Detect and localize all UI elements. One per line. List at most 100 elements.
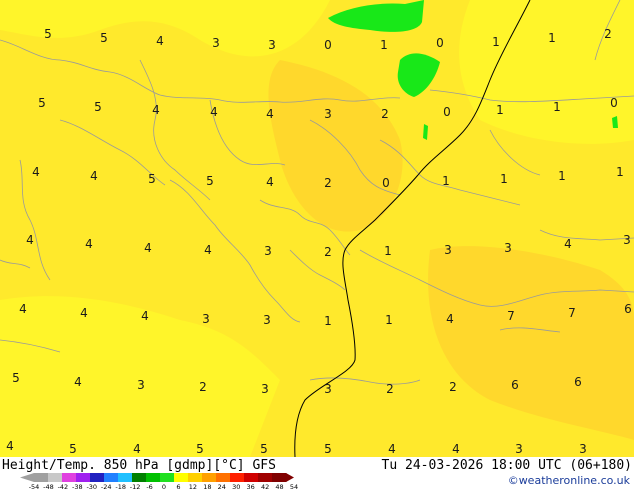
temperature-label: 1 — [616, 165, 624, 179]
light-temperature-area-east — [459, 0, 634, 144]
temperature-label: 4 — [452, 442, 460, 456]
colorbar-tick-label: -54 — [29, 483, 40, 490]
colorbar-segment — [202, 473, 217, 482]
colorbar-segment — [230, 473, 245, 482]
temperature-label: 4 — [266, 107, 274, 121]
colorbar-segment — [174, 473, 189, 482]
temperature-label: 1 — [442, 174, 450, 188]
colorbar-tick-label: -42 — [58, 483, 69, 490]
cold-patch-east-edge — [612, 116, 618, 128]
temperature-label: 3 — [137, 378, 145, 392]
colorbar-segment — [90, 473, 105, 482]
colorbar-segment — [258, 473, 273, 482]
temperature-label: 1 — [324, 314, 332, 328]
colorbar-tick-label: -24 — [101, 483, 112, 490]
colorbar-tick-label: 48 — [275, 483, 283, 490]
temperature-label: 4 — [144, 241, 152, 255]
map-footer: -54 -48 -42 -38 -30 -24 -18 -12 -6 0 6 12 18 24 30 36 42… — [0, 457, 634, 490]
temperature-label: 3 — [212, 36, 220, 50]
temperature-label: 7 — [507, 309, 515, 323]
colorbar-segment — [76, 473, 91, 482]
weather-map-panel: 5543301011255444320110445542011114444321… — [0, 0, 634, 490]
temperature-label: 3 — [263, 313, 271, 327]
temperature-label: 3 — [324, 107, 332, 121]
temperature-label: 4 — [74, 375, 82, 389]
colorbar-segment — [104, 473, 119, 482]
temperature-label: 5 — [94, 100, 102, 114]
temperature-label: 1 — [384, 244, 392, 258]
temperature-label: 4 — [6, 439, 14, 453]
temperature-label: 4 — [156, 34, 164, 48]
temperature-label: 0 — [382, 176, 390, 190]
temperature-label: 4 — [152, 103, 160, 117]
temperature-label: 1 — [496, 103, 504, 117]
temperature-label: 2 — [449, 380, 457, 394]
temperature-label: 3 — [623, 233, 631, 247]
temperature-label: 4 — [210, 105, 218, 119]
temperature-label: 0 — [443, 105, 451, 119]
colorbar-tick-label: 0 — [162, 483, 166, 490]
colorbar-tick-label: 18 — [203, 483, 211, 490]
temperature-label: 7 — [568, 306, 576, 320]
temperature-label: 3 — [515, 442, 523, 456]
temperature-label: 3 — [579, 442, 587, 456]
temperature-label: 0 — [610, 96, 618, 110]
temperature-label: 6 — [511, 378, 519, 392]
temperature-label: 4 — [564, 237, 572, 251]
colorbar-tick-label: 6 — [176, 483, 180, 490]
source-credit: ©weatheronline.co.uk — [507, 474, 630, 487]
temperature-label: 1 — [553, 100, 561, 114]
temperature-label: 3 — [268, 38, 276, 52]
temperature-label: 1 — [558, 169, 566, 183]
colorbar-arrow-right — [286, 473, 294, 482]
temperature-label: 3 — [264, 244, 272, 258]
temperature-label: 6 — [574, 375, 582, 389]
colorbar-segment — [34, 473, 49, 482]
colorbar-tick-label: 24 — [218, 483, 226, 490]
temperature-label: 4 — [85, 237, 93, 251]
temperature-label: 4 — [19, 302, 27, 316]
temperature-label: 5 — [260, 442, 268, 456]
temperature-label: 5 — [324, 442, 332, 456]
temperature-label: 5 — [148, 172, 156, 186]
temperature-label: 4 — [26, 233, 34, 247]
temperature-label: 5 — [206, 174, 214, 188]
colorbar-segment — [244, 473, 259, 482]
temperature-label: 4 — [90, 169, 98, 183]
map-title: Height/Temp. 850 hPa [gdmp][°C] GFS — [2, 458, 276, 473]
colorbar-segment — [146, 473, 161, 482]
colorbar-segment — [216, 473, 231, 482]
temperature-label: 4 — [141, 309, 149, 323]
colorbar-segment — [272, 473, 287, 482]
temperature-label: 1 — [492, 35, 500, 49]
colorbar-tick-label: -12 — [130, 483, 141, 490]
temperature-label: 3 — [504, 241, 512, 255]
temperature-map: 5 5 4 3 3 0 1 0 1 1 2 5 5 4 4 4 3 2 0 1 1 0 4 4 5 5 4 2 0 1 1 1 1 4 4 4 4 3 2 1… — [0, 0, 634, 457]
colorbar-tick-label: -48 — [43, 483, 54, 490]
temperature-label: 2 — [324, 245, 332, 259]
temperature-label: 2 — [604, 27, 612, 41]
temperature-label: 5 — [44, 27, 52, 41]
temperature-label: 2 — [199, 380, 207, 394]
temperature-label: 3 — [444, 243, 452, 257]
colorbar-tick-label: -38 — [72, 483, 83, 490]
temperature-label: 2 — [381, 107, 389, 121]
colorbar-tick-label: 36 — [247, 483, 255, 490]
temperature-label: 5 — [69, 442, 77, 456]
temperature-label: 4 — [32, 165, 40, 179]
colorbar-segment — [48, 473, 63, 482]
colorbar-tick-label: 42 — [261, 483, 269, 490]
colorbar-segment — [62, 473, 77, 482]
temperature-label: 2 — [386, 382, 394, 396]
temperature-label: 4 — [80, 306, 88, 320]
colorbar-tick-label: 30 — [232, 483, 240, 490]
temperature-label: 5 — [100, 31, 108, 45]
colorbar-tick-label: -30 — [86, 483, 97, 490]
colorbar-arrow-left — [20, 473, 34, 482]
temperature-label: 6 — [624, 302, 632, 316]
temperature-label: 4 — [388, 442, 396, 456]
temperature-label: 4 — [204, 243, 212, 257]
colorbar-tick-label: -18 — [115, 483, 126, 490]
temperature-label: 5 — [196, 442, 204, 456]
colorbar-segment — [160, 473, 175, 482]
